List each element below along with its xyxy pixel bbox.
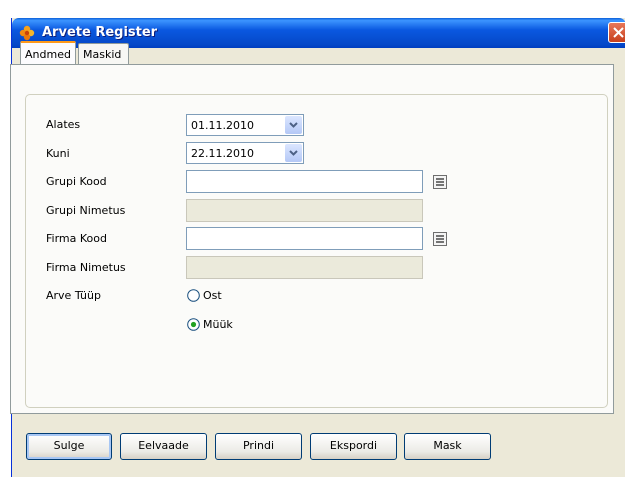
prindi-button[interactable]: Prindi: [215, 433, 302, 460]
kuni-label: Kuni: [46, 147, 70, 160]
grupi-nimetus-field: [186, 199, 423, 222]
flower-icon: [19, 25, 35, 41]
grupi-nimetus-label: Grupi Nimetus: [46, 204, 126, 217]
firma-nimetus-field: [186, 256, 423, 279]
list-icon[interactable]: [433, 175, 447, 189]
chevron-down-icon: [289, 122, 298, 128]
kuni-select[interactable]: 22.11.2010: [186, 142, 304, 164]
firma-nimetus-label: Firma Nimetus: [46, 261, 126, 274]
radio-ost-label[interactable]: Ost: [203, 289, 222, 302]
grupi-kood-input[interactable]: [186, 170, 423, 193]
eelvaade-button[interactable]: Eelvaade: [120, 433, 207, 460]
list-icon[interactable]: [433, 232, 447, 246]
firma-kood-label: Firma Kood: [46, 232, 107, 245]
form-group-frame: [25, 94, 608, 408]
tab-andmed[interactable]: Andmed: [20, 41, 76, 64]
arve-tuup-label: Arve Tüüp: [46, 289, 101, 302]
radio-muuk-label[interactable]: Müük: [203, 318, 233, 331]
kuni-dropdown-button[interactable]: [285, 144, 302, 162]
chevron-down-icon: [289, 150, 298, 156]
radio-ost[interactable]: [187, 289, 200, 302]
firma-kood-input[interactable]: [186, 227, 423, 250]
ekspordi-button[interactable]: Ekspordi: [310, 433, 397, 460]
kuni-value: 22.11.2010: [191, 147, 254, 160]
alates-dropdown-button[interactable]: [285, 116, 302, 134]
mask-button[interactable]: Mask: [404, 433, 491, 460]
close-button[interactable]: [608, 22, 625, 43]
alates-select[interactable]: 01.11.2010: [186, 114, 304, 136]
grupi-kood-label: Grupi Kood: [46, 175, 107, 188]
alates-value: 01.11.2010: [191, 119, 254, 132]
alates-label: Alates: [46, 118, 81, 131]
radio-muuk[interactable]: [187, 318, 200, 331]
close-icon: [613, 27, 624, 38]
tab-maskid[interactable]: Maskid: [78, 43, 129, 64]
sulge-button[interactable]: Sulge: [26, 433, 112, 460]
window-title: Arvete Register: [42, 25, 158, 40]
